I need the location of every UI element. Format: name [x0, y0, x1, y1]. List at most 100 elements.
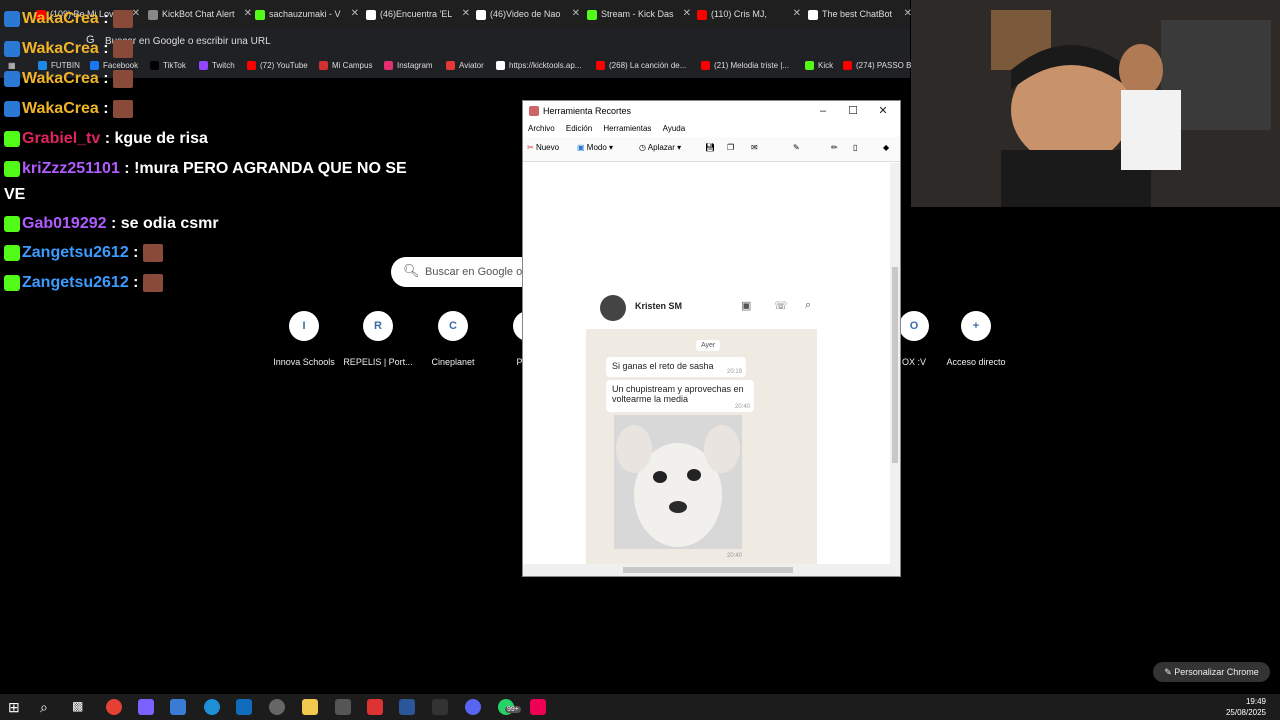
tab-close-icon[interactable]: ✕ — [244, 4, 252, 24]
browser-tab[interactable]: The best ChatBot ✕ — [808, 4, 912, 24]
browser-tab[interactable]: (46)Video de Nao ✕ — [476, 4, 580, 24]
menu-archivo[interactable]: Archivo — [528, 124, 555, 133]
highlighter-icon[interactable]: ✏ — [831, 143, 838, 152]
search-icon[interactable]: ⌕ — [40, 699, 48, 715]
shortcut-tile[interactable]: I Innova Schools — [266, 311, 342, 367]
clock-time: 19:49 — [1245, 697, 1266, 706]
shortcut-icon: R — [363, 311, 393, 341]
bookmark-item[interactable]: Instagram — [384, 61, 433, 71]
capcut-icon[interactable] — [432, 699, 448, 715]
game-icon[interactable] — [335, 699, 351, 715]
shortcut-tile[interactable]: + Acceso directo — [938, 311, 1014, 367]
omnibox[interactable]: G Buscar en Google o escribir una URL — [0, 28, 910, 56]
snip-titlebar[interactable]: Herramienta Recortes – ☐ ✕ — [523, 101, 900, 121]
tab-close-icon[interactable]: ✕ — [572, 4, 580, 24]
close-button[interactable]: ✕ — [868, 101, 898, 121]
tab-close-icon[interactable]: ✕ — [462, 4, 470, 24]
bookmark-item[interactable]: (21) Melodia triste |... — [701, 61, 789, 71]
file-explorer-icon[interactable] — [302, 699, 318, 715]
bookmark-item[interactable]: Kick — [805, 61, 833, 71]
shortcut-tile[interactable]: C Cineplanet — [415, 311, 491, 367]
app-icon[interactable] — [367, 699, 383, 715]
snipping-tool-taskbar-icon[interactable] — [530, 699, 546, 715]
eraser-icon[interactable]: ▯ — [853, 143, 857, 152]
bookmark-item[interactable]: Mi Campus — [319, 61, 373, 71]
windows-start-icon[interactable]: ⊞ — [8, 699, 20, 715]
bookmark-favicon-icon — [150, 61, 159, 71]
task-view-icon[interactable]: ▩ — [72, 699, 83, 715]
bookmark-item[interactable]: Aviator — [446, 61, 484, 71]
tab-close-icon[interactable]: ✕ — [351, 4, 359, 24]
browser-tab[interactable]: Stream - Kick Das ✕ — [587, 4, 691, 24]
save-icon[interactable]: 💾︎ — [705, 143, 715, 152]
shortcut-label: REPELIS | Port... — [343, 357, 413, 367]
browser-tab[interactable]: sachauzumaki - V ✕ — [255, 4, 359, 24]
edge-icon[interactable] — [204, 699, 220, 715]
obs-icon[interactable] — [269, 699, 285, 715]
tab-favicon-icon — [808, 9, 818, 20]
maximize-button[interactable]: ☐ — [838, 101, 868, 121]
discord-icon[interactable] — [465, 699, 481, 715]
word-icon[interactable] — [399, 699, 415, 715]
clock-icon: ◷ — [639, 143, 646, 152]
taskbar: ⊞ ⌕ ▩ 99+ 19:49 25/08/2025 — [0, 694, 1280, 720]
shortcut-icon: + — [961, 311, 991, 341]
browser-tab[interactable]: (46)Encuentra 'EL ✕ — [366, 4, 470, 24]
menu-ayuda[interactable]: Ayuda — [663, 124, 686, 133]
new-button[interactable]: ✂ Nuevo — [527, 143, 559, 152]
emote-icon — [142, 244, 163, 262]
emote-icon — [112, 70, 133, 88]
customize-chrome-button[interactable]: ✎ Personalizar Chrome — [1153, 662, 1270, 682]
tab-favicon-icon — [476, 9, 486, 20]
bookmark-item[interactable]: https://kicktools.ap... — [496, 61, 581, 71]
store-icon[interactable] — [170, 699, 186, 715]
bookmark-label: Mi Campus — [332, 61, 373, 70]
snipping-tool-window[interactable]: Herramienta Recortes – ☐ ✕ Archivo Edici… — [522, 100, 901, 577]
paint3d-icon[interactable]: ◆ — [883, 143, 889, 152]
delay-button[interactable]: ◷ Aplazar ▾ — [639, 143, 681, 152]
scroll-thumb[interactable] — [892, 267, 898, 463]
bookmark-item[interactable]: (274) PASSO BE — [843, 61, 917, 71]
outlook-icon[interactable] — [236, 699, 252, 715]
horizontal-scrollbar[interactable] — [523, 564, 900, 576]
bookmark-label: (21) Melodia triste |... — [714, 61, 789, 70]
scroll-thumb[interactable] — [623, 567, 793, 573]
bookmark-item[interactable]: (72) YouTube — [247, 61, 308, 71]
bookmark-favicon-icon — [199, 61, 208, 71]
chrome-icon[interactable] — [106, 699, 122, 715]
ntp-search-box[interactable]: 🔍︎ Buscar en Google o — [391, 257, 531, 287]
tab-close-icon[interactable]: ✕ — [132, 4, 140, 24]
apps-grid-icon[interactable]: ▦ — [8, 61, 16, 70]
chat-text: : — [98, 70, 109, 87]
browser-tab[interactable]: (110) Cris MJ, ✕ — [697, 4, 801, 24]
vertical-scrollbar[interactable] — [890, 163, 900, 567]
minimize-button[interactable]: – — [808, 101, 838, 121]
menu-edicion[interactable]: Edición — [566, 124, 592, 133]
chat-header: Kristen SM ▣ ☏ ⌕ — [586, 287, 817, 327]
copy-icon[interactable]: ❐ — [727, 143, 734, 152]
email-icon[interactable]: ✉ — [751, 143, 758, 152]
chat-username: Grabiel_tv — [22, 130, 101, 147]
browser-tab[interactable]: KickBot Chat Alert ✕ — [148, 4, 252, 24]
bookmark-item[interactable]: Facebook — [90, 61, 138, 71]
chat-text: VE — [4, 186, 26, 203]
tab-close-icon[interactable]: ✕ — [683, 4, 691, 24]
message-time: 20:19 — [726, 369, 742, 375]
dog-photo — [614, 415, 742, 549]
tab-close-icon[interactable]: ✕ — [793, 4, 801, 24]
tab-title: (110) Cris MJ, — [711, 9, 767, 19]
bookmark-item[interactable]: Twitch — [199, 61, 235, 71]
shortcut-tile[interactable]: R REPELIS | Port... — [340, 311, 416, 367]
notification-badge: 99+ — [505, 706, 521, 713]
bookmark-item[interactable]: (268) La canción de... — [596, 61, 686, 71]
copilot-icon[interactable] — [138, 699, 154, 715]
bookmark-item[interactable]: TikTok — [150, 61, 186, 71]
tab-favicon-icon — [697, 9, 707, 20]
pen-icon[interactable]: ✎ — [793, 143, 800, 152]
bookmark-item[interactable]: FUTBIN — [38, 61, 80, 71]
mode-button[interactable]: ▣ Modo ▾ — [577, 143, 613, 152]
clock-date: 25/08/2025 — [1225, 708, 1266, 717]
menu-herramientas[interactable]: Herramientas — [603, 124, 651, 133]
chat-message: Grabiel_tv : kgue de risa — [4, 130, 208, 148]
system-clock[interactable]: 19:49 25/08/2025 — [1226, 696, 1266, 718]
